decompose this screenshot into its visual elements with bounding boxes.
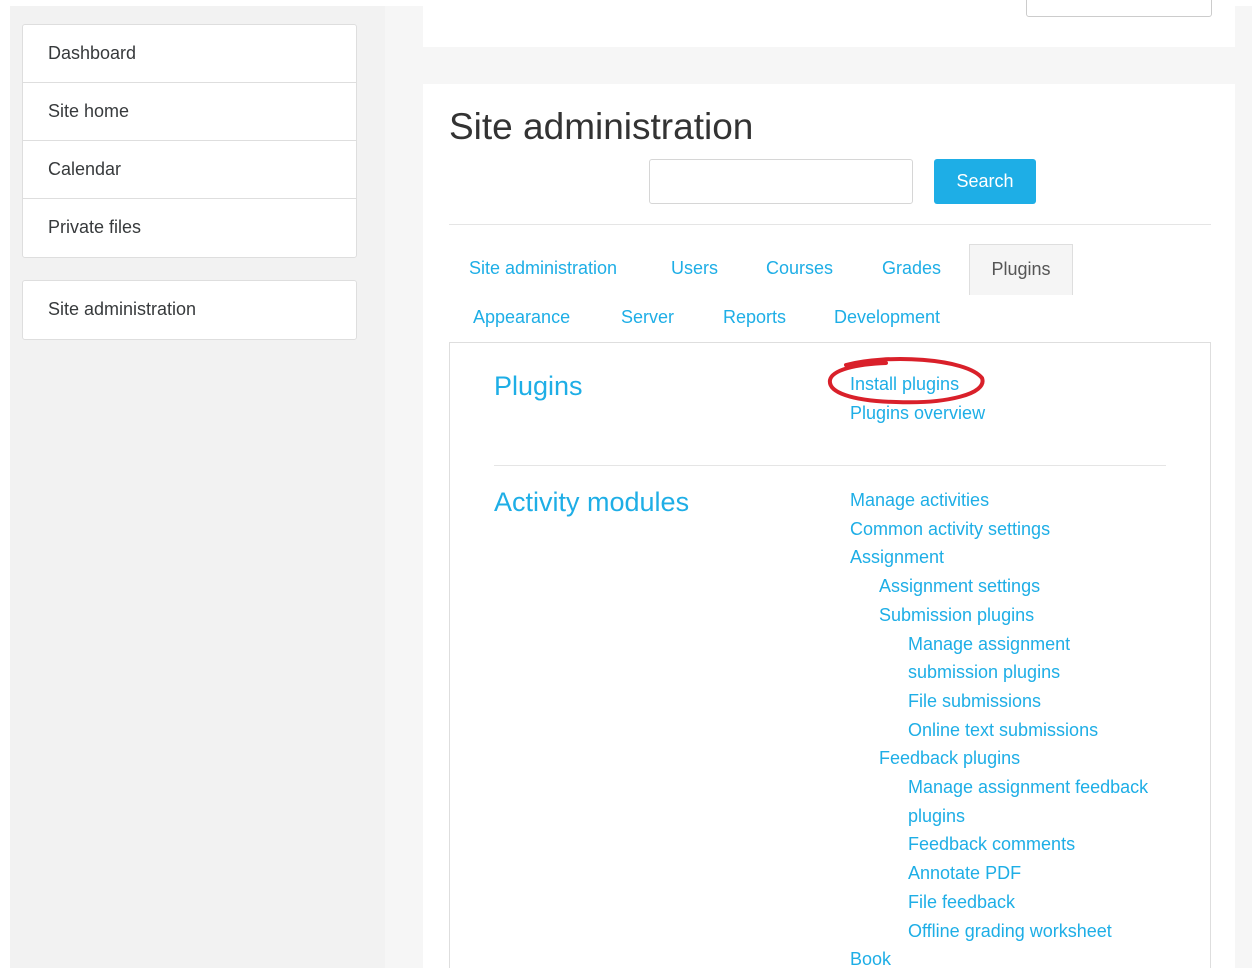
- link-plugins-overview[interactable]: Plugins overview: [850, 399, 985, 428]
- tab-development[interactable]: Development: [834, 307, 940, 328]
- link-install-plugins[interactable]: Install plugins: [850, 370, 985, 399]
- sidebar-item-dashboard[interactable]: Dashboard: [23, 25, 356, 83]
- tab-plugins[interactable]: Plugins: [969, 244, 1073, 295]
- tab-users[interactable]: Users: [671, 258, 718, 279]
- tab-grades[interactable]: Grades: [882, 258, 941, 279]
- header-card: [423, 0, 1235, 47]
- section-heading-plugins[interactable]: Plugins: [494, 371, 583, 402]
- plugins-tab-panel: Plugins Install plugins Plugins overview…: [449, 342, 1211, 969]
- sidebar-item-site-home[interactable]: Site home: [23, 83, 356, 141]
- link-submission-plugins[interactable]: Submission plugins: [850, 601, 1148, 630]
- admin-search-input[interactable]: [649, 159, 913, 204]
- sidebar-nav: Dashboard Site home Calendar Private fil…: [22, 24, 357, 258]
- admin-card: Site administration Search Site administ…: [423, 84, 1235, 969]
- tab-appearance[interactable]: Appearance: [473, 307, 570, 328]
- link-file-feedback[interactable]: File feedback: [850, 888, 1148, 917]
- link-manage-assignment-submission-plugins-cont[interactable]: submission plugins: [850, 658, 1148, 687]
- link-assignment-settings[interactable]: Assignment settings: [850, 572, 1148, 601]
- link-manage-assignment-submission-plugins[interactable]: Manage assignment: [850, 630, 1148, 659]
- section-heading-activity-modules[interactable]: Activity modules: [494, 487, 689, 518]
- activity-modules-link-list: Manage activities Common activity settin…: [850, 486, 1148, 974]
- link-feedback-plugins[interactable]: Feedback plugins: [850, 744, 1148, 773]
- link-manage-assignment-feedback-plugins[interactable]: Manage assignment feedback: [850, 773, 1148, 802]
- link-assignment[interactable]: Assignment: [850, 543, 1148, 572]
- tab-site-administration[interactable]: Site administration: [469, 258, 617, 279]
- link-book[interactable]: Book: [850, 945, 1148, 974]
- plugins-link-list: Install plugins Plugins overview: [850, 370, 985, 427]
- tab-server[interactable]: Server: [621, 307, 674, 328]
- tab-courses[interactable]: Courses: [766, 258, 833, 279]
- tab-reports[interactable]: Reports: [723, 307, 786, 328]
- link-manage-assignment-feedback-plugins-cont[interactable]: plugins: [850, 802, 1148, 831]
- link-file-submissions[interactable]: File submissions: [850, 687, 1148, 716]
- link-feedback-comments[interactable]: Feedback comments: [850, 830, 1148, 859]
- section-divider: [494, 465, 1166, 466]
- sidebar-item-calendar[interactable]: Calendar: [23, 141, 356, 199]
- link-annotate-pdf[interactable]: Annotate PDF: [850, 859, 1148, 888]
- sidebar-item-private-files[interactable]: Private files: [23, 199, 356, 257]
- page-title: Site administration: [449, 106, 754, 147]
- search-button[interactable]: Search: [934, 159, 1036, 204]
- divider: [449, 224, 1211, 225]
- sidebar-admin-block: Site administration: [22, 280, 357, 340]
- link-online-text-submissions[interactable]: Online text submissions: [850, 716, 1148, 745]
- link-manage-activities[interactable]: Manage activities: [850, 486, 1148, 515]
- link-common-activity-settings[interactable]: Common activity settings: [850, 515, 1148, 544]
- link-offline-grading-worksheet[interactable]: Offline grading worksheet: [850, 917, 1148, 946]
- sidebar-item-site-administration[interactable]: Site administration: [23, 281, 356, 339]
- header-select[interactable]: [1026, 0, 1212, 17]
